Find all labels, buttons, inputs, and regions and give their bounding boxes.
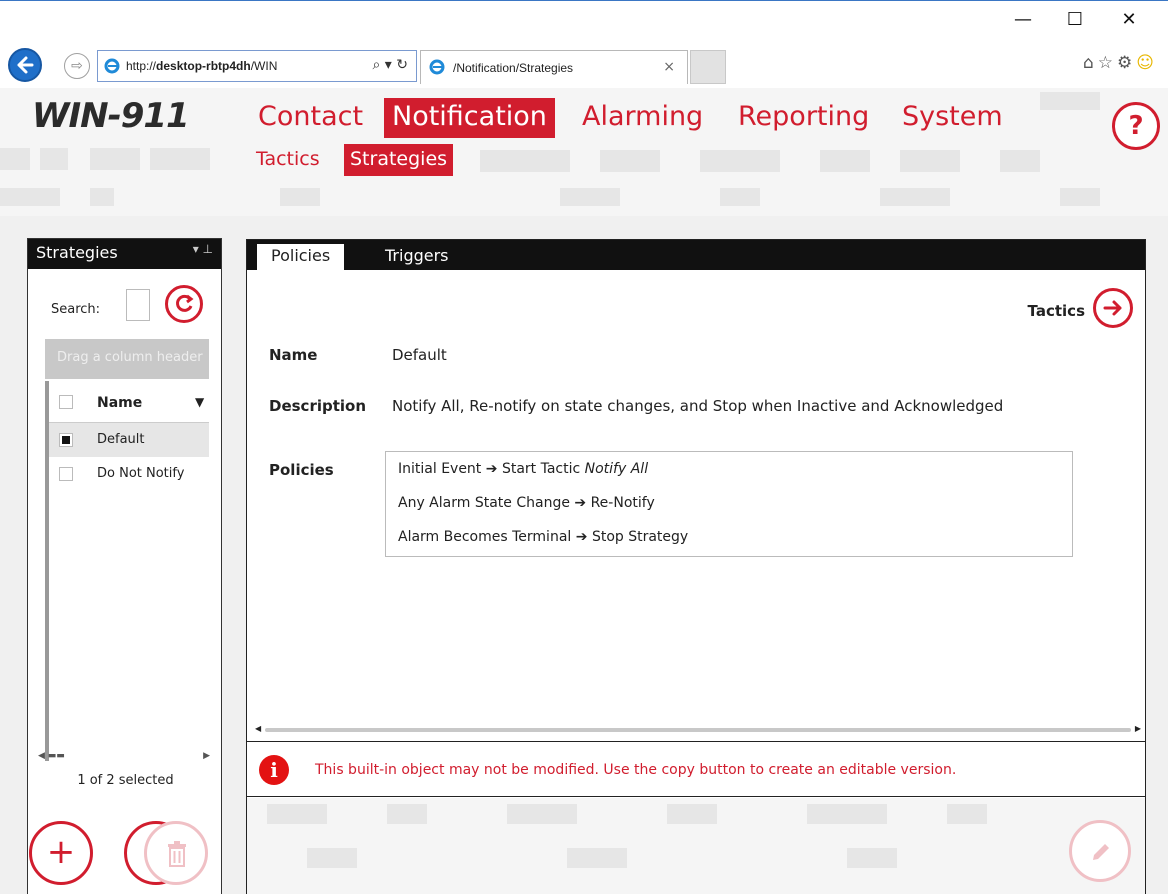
back-button[interactable]	[8, 48, 42, 82]
forward-button[interactable]: ⇨	[64, 53, 90, 79]
info-warning-icon: i	[259, 755, 289, 785]
arrow-right-icon	[1103, 300, 1122, 316]
pencil-icon	[1093, 844, 1109, 860]
browser-tab[interactable]: /Notification/Strategies ×	[420, 50, 688, 84]
arrow-icon: ➔	[575, 529, 588, 545]
tab-close-icon[interactable]: ×	[663, 59, 675, 75]
column-header-name[interactable]: Name	[97, 395, 142, 411]
selection-count: 1 of 2 selected	[77, 773, 174, 788]
browser-toolbar-icons: ⌂☆⚙☺	[1083, 53, 1158, 73]
row-name: Do Not Notify	[97, 466, 185, 481]
arrow-icon: ➔	[574, 495, 587, 511]
forward-arrow-icon: ⇨	[71, 58, 83, 74]
nav-notification[interactable]: Notification	[384, 98, 555, 138]
row-checkbox[interactable]	[59, 467, 73, 481]
plus-icon: +	[46, 832, 76, 872]
star-icon[interactable]: ☆	[1098, 53, 1117, 73]
tactics-link[interactable]: Tactics	[1028, 302, 1085, 320]
grid-scrollbar[interactable]: ◀ ▬▬ ▶	[38, 751, 210, 765]
app-header: WIN-911 Contact Notification Alarming Re…	[0, 88, 1168, 216]
grid-row[interactable]: Do Not Notify	[49, 457, 209, 491]
grid-row[interactable]: Default	[49, 423, 209, 457]
gear-icon[interactable]: ⚙	[1117, 53, 1136, 73]
add-button[interactable]: +	[29, 821, 93, 885]
description-value: Notify All, Re-notify on state changes, …	[392, 397, 1004, 415]
strategy-detail-panel: Policies Triggers Tactics Name Default D…	[246, 239, 1146, 894]
policies-label: Policies	[269, 461, 334, 479]
tab-bar: Policies Triggers	[247, 240, 1145, 270]
url-text[interactable]: http://desktop-rbtp4dh/WIN	[126, 59, 342, 73]
tab-title: /Notification/Strategies	[453, 61, 574, 75]
edit-button[interactable]	[1069, 820, 1131, 882]
grid-header: Name ▼	[49, 381, 209, 423]
policy-item[interactable]: Any Alarm State Change ➔ Re-Notify	[398, 495, 655, 511]
nav-reporting[interactable]: Reporting	[730, 98, 877, 138]
action-footer	[247, 798, 1145, 894]
name-label: Name	[269, 346, 318, 364]
refresh-icon	[176, 294, 194, 312]
policy-item[interactable]: Alarm Becomes Terminal ➔ Stop Strategy	[398, 529, 688, 545]
row-name: Default	[97, 432, 145, 447]
strategies-panel: Strategies ▾ ⊥ Search: Drag a column hea…	[27, 238, 222, 894]
main-scrollbar[interactable]: ◀ ▶	[255, 724, 1141, 736]
ie-logo-icon	[104, 58, 120, 74]
description-label: Description	[269, 397, 367, 415]
trash-icon	[168, 841, 186, 867]
readonly-warning: i This built-in object may not be modifi…	[247, 741, 1145, 797]
tab-triggers[interactable]: Triggers	[371, 244, 463, 270]
nav-alarming[interactable]: Alarming	[574, 98, 711, 138]
tactics-arrow-button[interactable]	[1093, 288, 1133, 328]
strategies-grid: Name ▼ Default Do Not Notify	[45, 381, 209, 761]
minimize-button[interactable]: —	[1000, 7, 1046, 33]
maximize-button[interactable]: ☐	[1052, 7, 1098, 33]
home-icon[interactable]: ⌂	[1083, 53, 1098, 73]
policies-list: Initial Event ➔ Start Tactic Notify All …	[385, 451, 1073, 557]
nav-contact[interactable]: Contact	[250, 98, 371, 138]
tab-ie-icon	[429, 59, 445, 75]
refresh-button[interactable]	[165, 285, 203, 323]
tab-policies[interactable]: Policies	[257, 244, 345, 270]
arrow-icon: ➔	[485, 461, 498, 477]
new-tab-button[interactable]	[690, 50, 726, 84]
delete-button[interactable]	[144, 821, 208, 885]
browser-chrome: — ☐ ✕ ⇨ http://desktop-rbtp4dh/WIN ⌕ ▾ ↻…	[0, 0, 1168, 88]
nav-system[interactable]: System	[894, 98, 1011, 138]
address-tools[interactable]: ⌕ ▾ ↻	[373, 57, 409, 73]
policy-item[interactable]: Initial Event ➔ Start Tactic Notify All	[398, 461, 648, 477]
pin-icon[interactable]: ▾ ⊥	[193, 242, 213, 256]
subnav-strategies[interactable]: Strategies	[344, 144, 454, 176]
warning-text: This built-in object may not be modified…	[315, 762, 957, 778]
row-checkbox[interactable]	[59, 433, 73, 447]
win911-logo: WIN-911	[32, 96, 190, 136]
subnav-tactics[interactable]: Tactics	[250, 144, 326, 176]
filter-icon[interactable]: ▼	[195, 395, 204, 409]
close-window-button[interactable]: ✕	[1106, 7, 1152, 33]
select-all-checkbox[interactable]	[59, 395, 73, 409]
panel-title: Strategies ▾ ⊥	[28, 239, 221, 269]
search-input[interactable]	[126, 289, 150, 321]
name-value: Default	[392, 346, 447, 364]
address-bar[interactable]: http://desktop-rbtp4dh/WIN ⌕ ▾ ↻	[97, 50, 417, 82]
group-drop-area[interactable]: Drag a column header	[45, 339, 209, 379]
smiley-icon[interactable]: ☺	[1136, 53, 1158, 73]
back-arrow-icon	[17, 56, 34, 74]
search-label: Search:	[51, 302, 101, 317]
help-button[interactable]: ?	[1112, 102, 1160, 150]
